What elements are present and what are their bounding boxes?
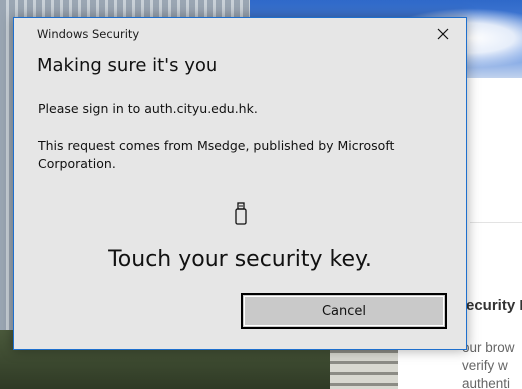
- close-icon: [437, 28, 449, 40]
- touch-key-prompt: Touch your security key.: [108, 247, 372, 272]
- background-divider: [470, 222, 522, 223]
- background-page-body: our brow verify w authenti: [462, 339, 515, 389]
- sign-in-message: Please sign in to auth.cityu.edu.hk.: [38, 101, 258, 116]
- windows-security-dialog: Windows Security Making sure it's you Pl…: [13, 17, 467, 350]
- dialog-titlebar[interactable]: Windows Security: [14, 18, 466, 50]
- dialog-window-title: Windows Security: [37, 27, 140, 41]
- background-body-line: verify w: [462, 358, 508, 373]
- dialog-heading: Making sure it's you: [37, 55, 218, 76]
- background-body-line: authenti: [462, 376, 511, 389]
- desktop: ecurity K our brow verify w authenti Win…: [0, 0, 522, 389]
- usb-security-key-icon: [235, 202, 247, 225]
- cancel-button-label: Cancel: [321, 303, 367, 319]
- cancel-button[interactable]: Cancel: [241, 293, 447, 329]
- request-origin-message: This request comes from Msedge, publishe…: [38, 138, 395, 171]
- close-button[interactable]: [420, 18, 466, 50]
- background-body-line: our brow: [462, 340, 515, 355]
- background-page-title: ecurity K: [466, 297, 522, 314]
